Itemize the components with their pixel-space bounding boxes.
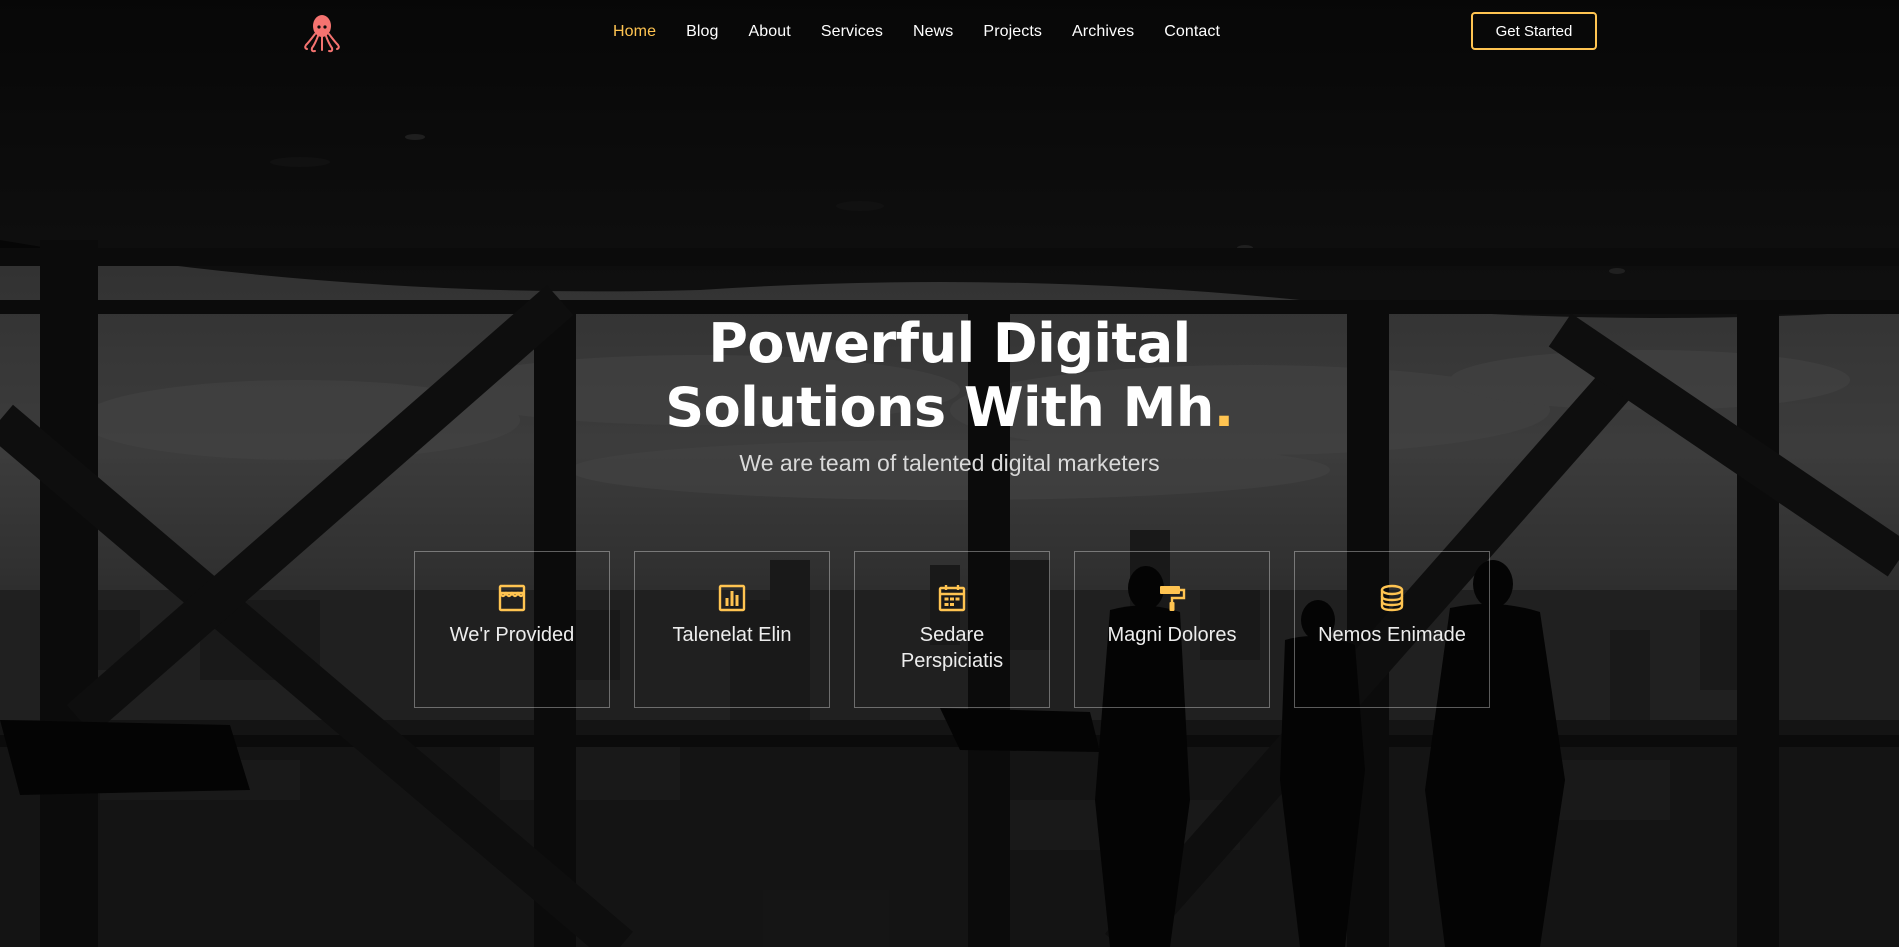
paint-roller-icon [1160, 586, 1186, 611]
feature-box-magni[interactable]: Magni Dolores [1074, 551, 1270, 708]
feature-label: Sedare Perspiciatis [900, 624, 1004, 672]
nav-link-home[interactable]: Home [613, 20, 656, 44]
hero-title-line-2: Solutions With Mh. [0, 376, 1899, 440]
feature-label: Nemos Enimade [1318, 624, 1466, 646]
feature-box-sedare[interactable]: Sedare Perspiciatis [854, 551, 1050, 708]
database-icon [1380, 584, 1404, 612]
nav-link-contact[interactable]: Contact [1164, 20, 1220, 44]
nav-link-archives[interactable]: Archives [1072, 20, 1134, 44]
nav-link-about[interactable]: About [749, 20, 791, 44]
hero-title-accent-dot: . [1213, 376, 1235, 439]
bar-chart-icon [718, 584, 746, 612]
hero-title-line-1: Powerful Digital [708, 312, 1191, 375]
feature-label: Magni Dolores [1107, 624, 1237, 646]
feature-label: We'r Provided [449, 624, 575, 646]
get-started-button[interactable]: Get Started [1471, 12, 1597, 50]
hero-subtitle: We are team of talented digital marketer… [739, 450, 1160, 476]
feature-box-provided[interactable]: We'r Provided [414, 551, 610, 708]
nav-link-news[interactable]: News [913, 20, 953, 44]
feature-box-nemos[interactable]: Nemos Enimade [1294, 551, 1490, 708]
store-icon [498, 584, 526, 612]
hero-title-line-2-text: Solutions With Mh [665, 376, 1214, 439]
nav-link-projects[interactable]: Projects [983, 20, 1042, 44]
calendar-icon [938, 585, 966, 612]
octopus-logo-icon[interactable] [303, 12, 341, 54]
feature-boxes: We'r Provided Talenelat Elin Sedare Pers… [414, 551, 1514, 708]
feature-box-talenelat[interactable]: Talenelat Elin [634, 551, 830, 708]
main-nav: Home Blog About Services News Projects A… [613, 20, 1250, 44]
hero-title: Powerful Digital Solutions With Mh. [0, 312, 1899, 440]
nav-link-services[interactable]: Services [821, 20, 883, 44]
site-header: Home Blog About Services News Projects A… [0, 0, 1899, 64]
feature-label: Talenelat Elin [672, 624, 792, 646]
nav-link-blog[interactable]: Blog [686, 20, 718, 44]
